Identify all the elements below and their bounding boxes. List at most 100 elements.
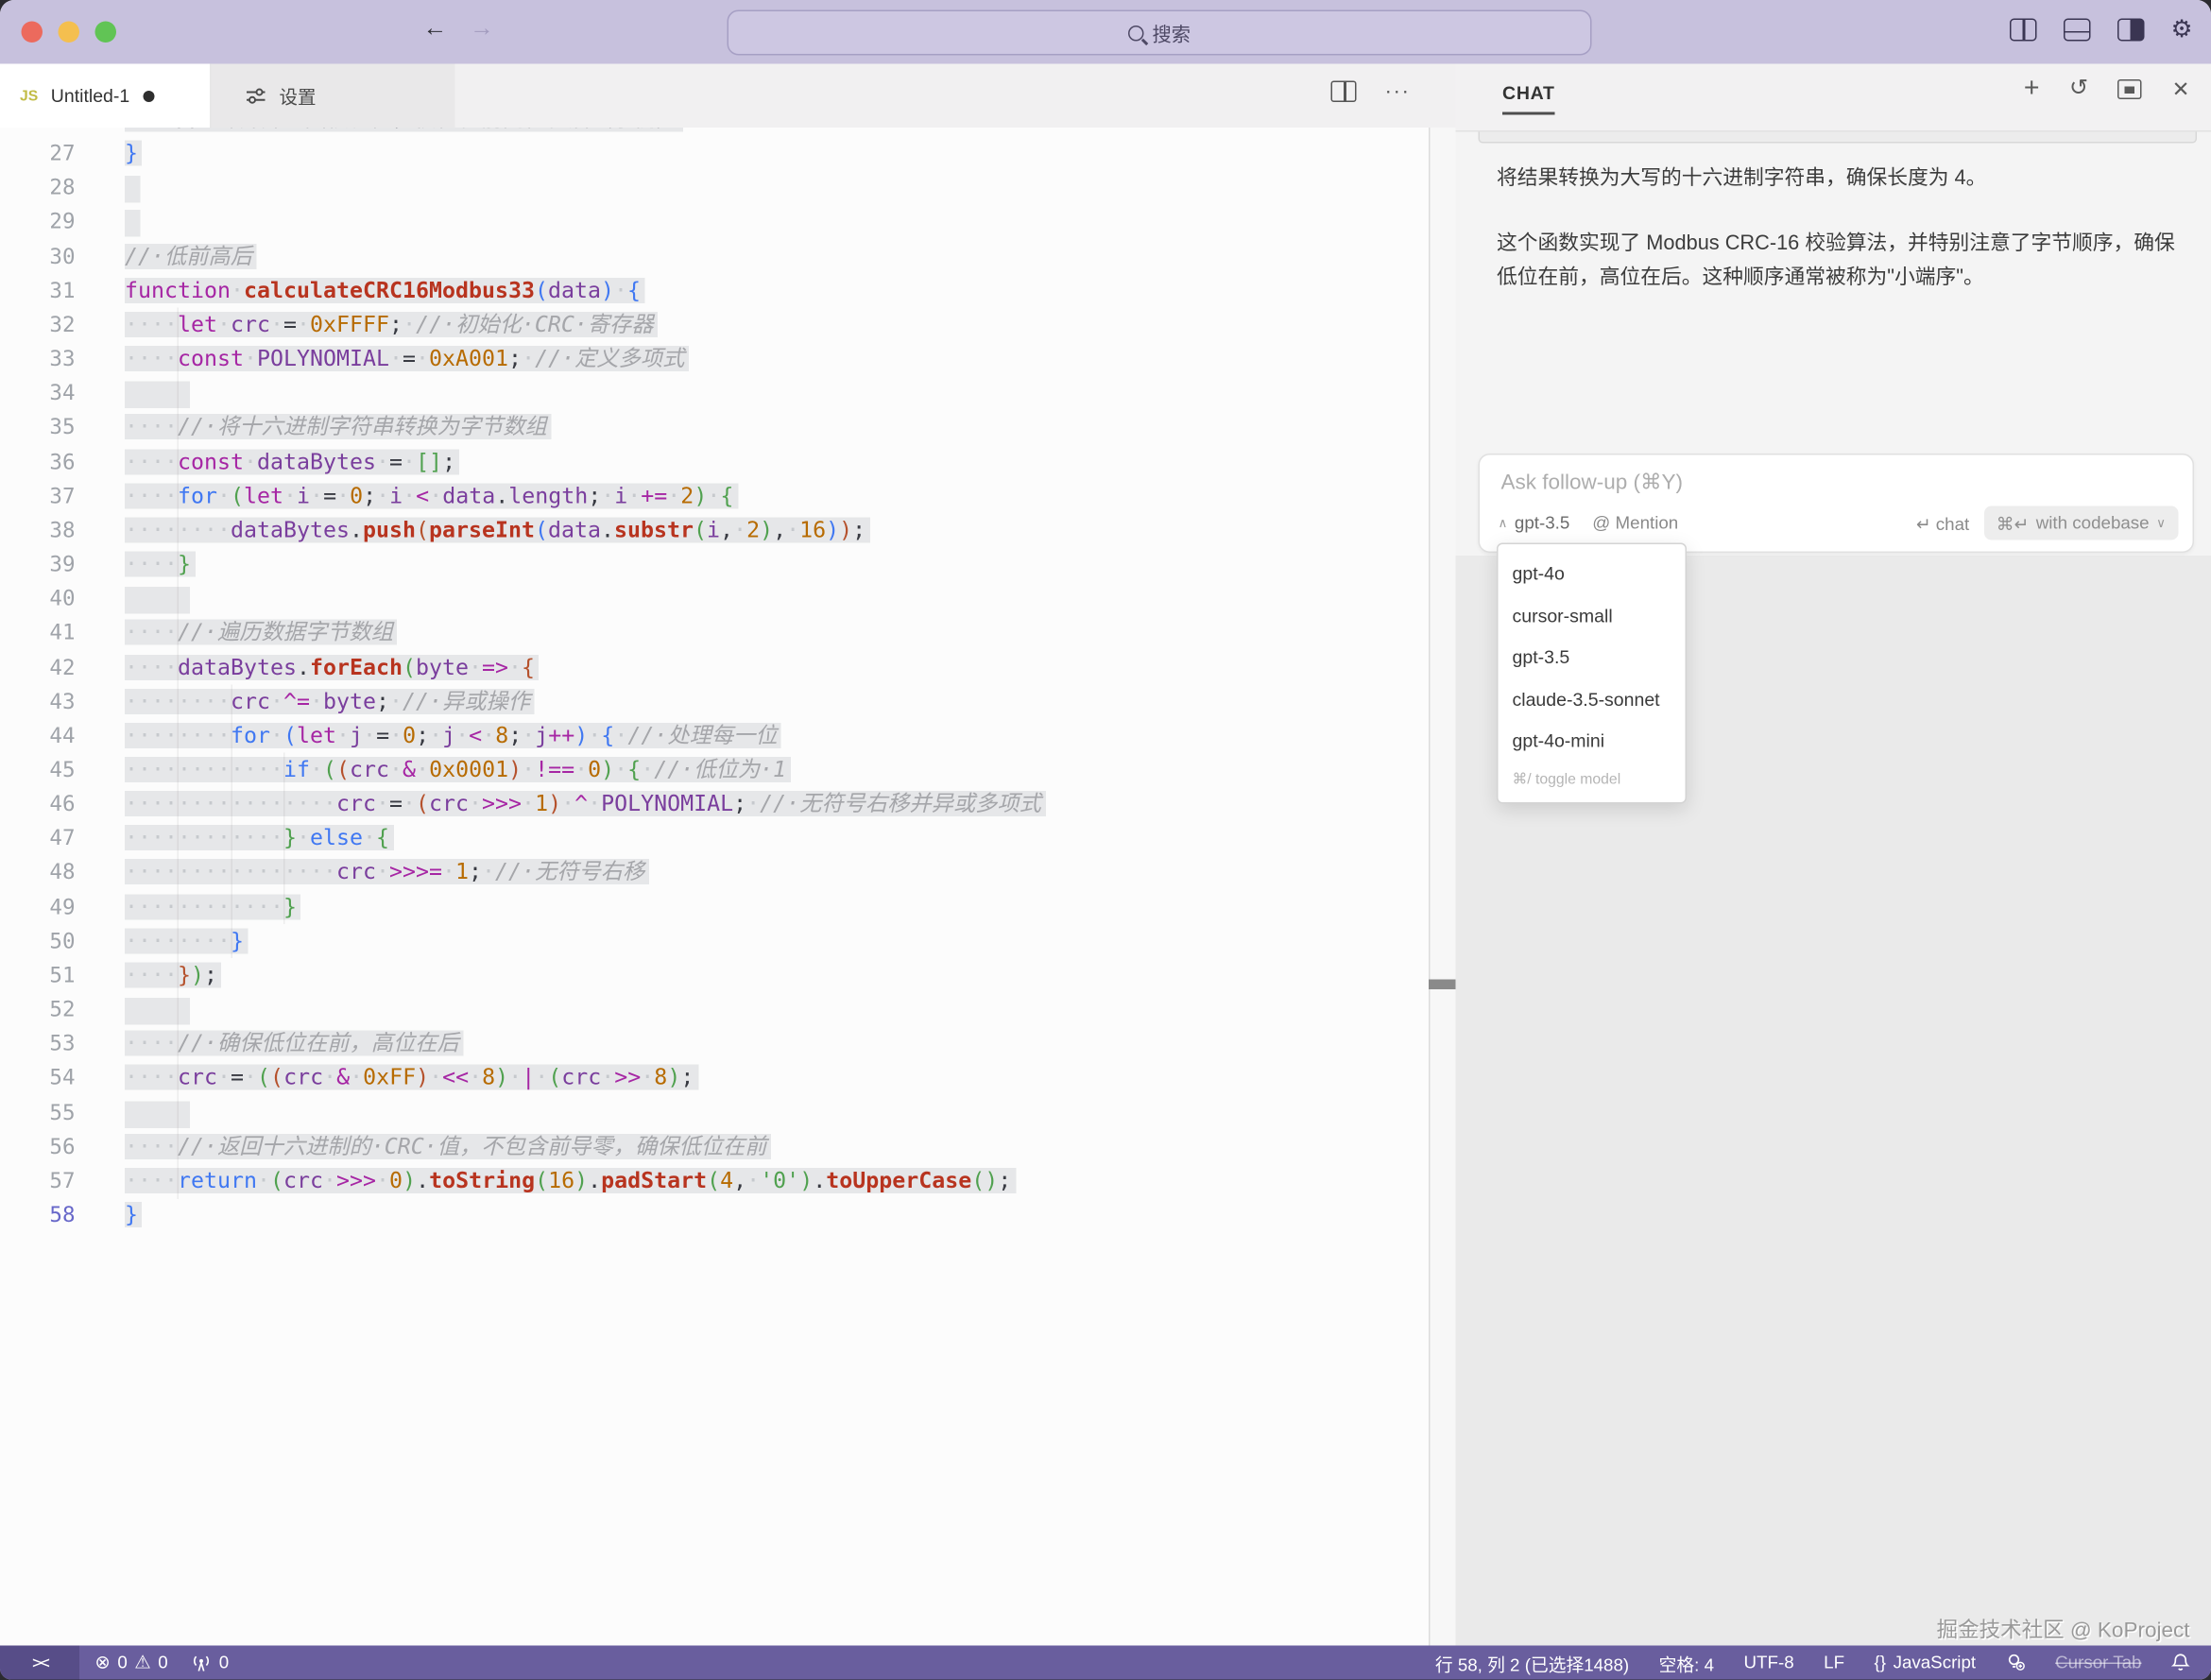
line-number: 26 (0, 128, 76, 136)
status-encoding[interactable]: UTF-8 (1744, 1653, 1794, 1672)
code-line[interactable]: 54····crc·=·((crc·&·0xFF)·<<·8)·|·(crc·>… (0, 1061, 1429, 1095)
code-line[interactable]: 38········dataBytes.push(parseInt(data.s… (0, 513, 1429, 547)
expand-icon[interactable] (2118, 79, 2143, 99)
maximize-traffic-light[interactable] (95, 21, 117, 43)
line-number: 51 (0, 958, 76, 992)
code-line[interactable]: 55 (0, 1095, 1429, 1129)
line-number: 57 (0, 1163, 76, 1197)
model-option-cursor-small[interactable]: cursor-small (1499, 594, 1686, 636)
code-line[interactable]: 39····} (0, 547, 1429, 581)
code-line[interactable]: 33····const·POLYNOMIAL·=·0xA001;·//·定义多项… (0, 342, 1429, 376)
code-line[interactable]: 36····const·dataBytes·=·[]; (0, 444, 1429, 478)
code-line[interactable]: 51 ····}); (0, 958, 1429, 992)
search-placeholder: 搜索 (1153, 19, 1191, 47)
code-line[interactable]: 42····dataBytes.forEach(byte·=>·{ (0, 650, 1429, 684)
code-line[interactable]: 52 (0, 992, 1429, 1026)
toggle-sidebar-icon[interactable] (2117, 19, 2145, 42)
model-chevron-up-icon: ∧ (1499, 515, 1508, 531)
code-line[interactable]: 29 (0, 205, 1429, 239)
message-paragraph: 将结果转换为大写的十六进制字符串，确保长度为 4。 (1497, 163, 2194, 197)
code-line[interactable]: 48 ················crc·>>>=·1;·//·无符号右移 (0, 855, 1429, 889)
history-icon[interactable]: ↺ (2069, 78, 2088, 101)
indent-guide (283, 753, 285, 925)
code-line[interactable]: 46················crc·=·(crc·>>>·1)·^·PO… (0, 787, 1429, 821)
tab-chat[interactable]: CHAT (1502, 82, 1555, 104)
minimize-traffic-light[interactable] (59, 21, 80, 43)
close-traffic-light[interactable] (22, 21, 43, 43)
code-line[interactable]: 30//·低前高后 (0, 239, 1429, 273)
more-actions-icon[interactable]: ··· (1385, 84, 1411, 98)
search-input[interactable]: 搜索 (728, 10, 1592, 56)
new-chat-icon[interactable]: + (2024, 78, 2040, 101)
code-line[interactable]: 26····//·计算并返回校验值，低位在前高位在后（示例） (0, 128, 1429, 136)
code-line[interactable]: 31function·calculateCRC16Modbus33(data)·… (0, 273, 1429, 307)
code-line[interactable]: 43········crc·^=·byte;·//·异或操作 (0, 684, 1429, 718)
divider-drag-handle[interactable] (1429, 980, 1456, 990)
status-indentation[interactable]: 空格: 4 (1659, 1650, 1714, 1677)
line-content (125, 1095, 190, 1129)
gear-icon[interactable]: ⚙ (2171, 20, 2193, 40)
line-content: ····}); (125, 958, 222, 992)
followup-input[interactable] (1499, 470, 2156, 497)
status-hint[interactable] (2006, 1653, 2026, 1672)
line-content: ····let·crc·=·0xFFFF;·//·初始化·CRC·寄存器 (125, 307, 658, 341)
tab-settings[interactable]: 设置 (212, 64, 455, 129)
code-line[interactable]: 56····//·返回十六进制的·CRC·值，不包含前导零，确保低位在前 (0, 1129, 1429, 1163)
ports-indicator[interactable]: 0 (192, 1653, 229, 1672)
status-cursor-position[interactable]: 行 58, 列 2 (已选择1488) (1435, 1650, 1629, 1677)
chat-submit[interactable]: ↵ chat (1916, 512, 1969, 534)
status-eol[interactable]: LF (1824, 1653, 1844, 1672)
line-content: ········for·(let·j·=·0;·j·<·8;·j++)·{·//… (125, 718, 781, 752)
code-editor[interactable]: 26····//·计算并返回校验值，低位在前高位在后（示例）27}28 29 3… (0, 128, 1429, 1646)
model-dropdown: gpt-4ocursor-smallgpt-3.5claude-3.5-sonn… (1497, 543, 1687, 803)
split-rows-icon[interactable] (2064, 19, 2091, 42)
code-line[interactable]: 53····//·确保低位在前，高位在后 (0, 1026, 1429, 1060)
code-line[interactable]: 27} (0, 136, 1429, 170)
back-arrow-icon[interactable]: ← (419, 14, 453, 43)
status-cursor-tab[interactable]: Cursor Tab (2055, 1653, 2141, 1672)
code-line[interactable]: 34 (0, 376, 1429, 410)
line-content: } (125, 1198, 143, 1232)
problems-indicator[interactable]: ⊗0 ⚠0 (95, 1652, 168, 1674)
line-number: 48 (0, 855, 76, 889)
code-line[interactable]: 41····//·遍历数据字节数组 (0, 616, 1429, 650)
code-line[interactable]: 47············}·else·{ (0, 821, 1429, 855)
status-language[interactable]: {}JavaScript (1875, 1653, 1977, 1672)
with-codebase-button[interactable]: ⌘↵ with codebase ∨ (1983, 506, 2178, 540)
close-icon[interactable]: ✕ (2172, 78, 2190, 100)
code-line[interactable]: 57····return·(crc·>>>·0).toString(16).pa… (0, 1163, 1429, 1197)
code-line[interactable]: 50········} (0, 924, 1429, 958)
app-window: ← → 搜索 ⚙ JS Untitled-1 设置 (0, 0, 2211, 1680)
split-editor-icon[interactable] (1331, 81, 1357, 103)
code-line[interactable]: 44········for·(let·j·=·0;·j·<·8;·j++)·{·… (0, 718, 1429, 752)
line-content (125, 376, 190, 410)
chat-panel-header: CHAT + ↺ ✕ (1456, 64, 2211, 132)
model-option-gpt-3.5[interactable]: gpt-3.5 (1499, 637, 1686, 678)
line-number: 28 (0, 170, 76, 204)
code-line[interactable]: 58} (0, 1198, 1429, 1232)
line-content: ················crc·>>>=·1;·//·无符号右移 (125, 855, 649, 889)
tab-untitled-1[interactable]: JS Untitled-1 (0, 64, 212, 129)
line-content: ····//·确保低位在前，高位在后 (125, 1026, 463, 1060)
line-number: 45 (0, 752, 76, 786)
model-selector[interactable]: gpt-3.5 (1515, 513, 1569, 533)
code-line[interactable]: 45············if·((crc·&·0x0001)·!==·0)·… (0, 752, 1429, 786)
status-notifications[interactable] (2171, 1653, 2190, 1672)
code-line[interactable]: 35····//·将十六进制字符串转换为字节数组 (0, 410, 1429, 444)
remote-indicator[interactable]: >< (0, 1646, 79, 1680)
code-line[interactable]: 32····let·crc·=·0xFFFF;·//·初始化·CRC·寄存器 (0, 307, 1429, 341)
code-line[interactable]: 49············} (0, 889, 1429, 923)
line-content: ················crc·=·(crc·>>>·1)·^·POLY… (125, 787, 1045, 821)
line-number: 56 (0, 1129, 76, 1163)
model-option-gpt-4o-mini[interactable]: gpt-4o-mini (1499, 720, 1686, 762)
split-columns-icon[interactable] (2010, 19, 2037, 42)
code-line[interactable]: 40 (0, 581, 1429, 615)
code-line[interactable]: 37····for·(let·i·=·0;·i·<·data.length;·i… (0, 479, 1429, 513)
status-bar: >< ⊗0 ⚠0 0 行 58, 列 2 (已选择1488) 空格: 4 UTF-8… (0, 1646, 2211, 1680)
model-option-gpt-4o[interactable]: gpt-4o (1499, 553, 1686, 594)
mention-button[interactable]: @ Mention (1592, 513, 1678, 533)
line-content: ············} (125, 889, 300, 923)
forward-arrow-icon[interactable]: → (465, 14, 499, 43)
model-option-claude-3.5-sonnet[interactable]: claude-3.5-sonnet (1499, 678, 1686, 720)
code-line[interactable]: 28 (0, 170, 1429, 204)
